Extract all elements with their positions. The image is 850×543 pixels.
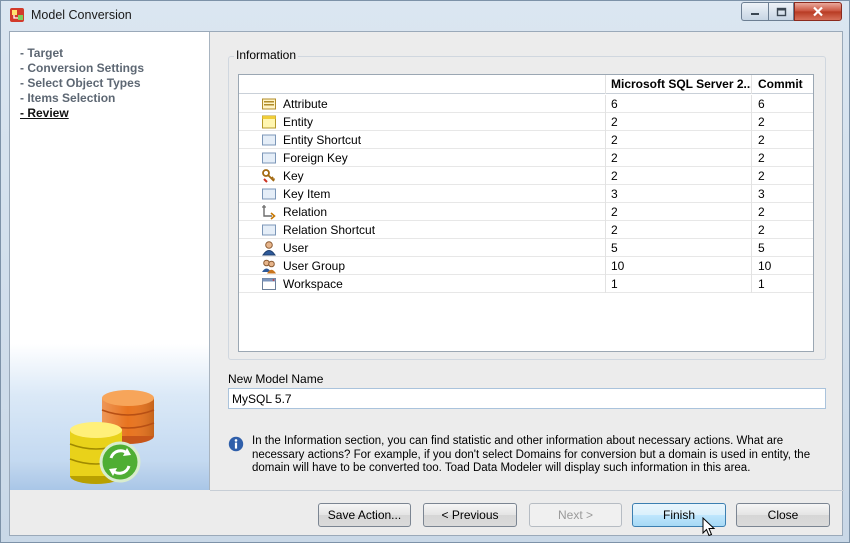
row-mssql-count: 3 <box>605 185 751 203</box>
information-note: In the Information section, you can find… <box>252 435 811 474</box>
grid-header: Microsoft SQL Server 2... Commit <box>239 75 813 94</box>
step-select-object-types[interactable]: - Select Object Types <box>20 76 144 91</box>
row-commit-count: 10 <box>751 257 813 275</box>
maximize-icon <box>776 7 786 16</box>
previous-button[interactable]: < Previous <box>423 503 517 527</box>
step-target[interactable]: - Target <box>20 46 144 61</box>
row-name: Key Item <box>283 187 331 201</box>
table-row[interactable]: Key 2 2 <box>239 167 813 185</box>
header-name[interactable] <box>283 75 603 94</box>
row-commit-count: 2 <box>751 131 813 149</box>
close-button[interactable]: Close <box>736 503 830 527</box>
minimize-button[interactable] <box>741 2 768 21</box>
row-commit-count: 2 <box>751 149 813 167</box>
table-row[interactable]: User 5 5 <box>239 239 813 257</box>
table-row[interactable]: Workspace 1 1 <box>239 275 813 293</box>
row-mssql-count: 2 <box>605 167 751 185</box>
row-commit-count: 5 <box>751 239 813 257</box>
step-review[interactable]: - Review <box>20 106 144 121</box>
database-conversion-icon <box>69 390 155 484</box>
row-name: Relation Shortcut <box>283 223 376 237</box>
row-mssql-count: 1 <box>605 275 751 293</box>
app-icon <box>10 8 24 22</box>
close-icon <box>813 6 823 17</box>
row-mssql-count: 6 <box>605 95 751 113</box>
table-row[interactable]: Key Item 3 3 <box>239 185 813 203</box>
user-group-icon <box>262 259 276 274</box>
row-commit-count: 2 <box>751 113 813 131</box>
table-row[interactable]: Entity Shortcut 2 2 <box>239 131 813 149</box>
entity-shortcut-icon <box>262 134 276 146</box>
info-icon <box>228 436 244 452</box>
minimize-icon <box>751 12 759 15</box>
table-row[interactable]: Attribute 6 6 <box>239 95 813 113</box>
model-conversion-window: Model Conversion - Target - Conversion S… <box>0 0 850 543</box>
row-name: Entity <box>283 115 314 129</box>
foreign-key-icon <box>262 152 276 164</box>
save-action-button[interactable]: Save Action... <box>318 503 411 527</box>
header-mssql[interactable]: Microsoft SQL Server 2... <box>605 75 751 94</box>
row-mssql-count: 10 <box>605 257 751 275</box>
row-mssql-count: 2 <box>605 221 751 239</box>
step-conversion-settings[interactable]: - Conversion Settings <box>20 61 144 76</box>
header-commit[interactable]: Commit <box>751 75 813 94</box>
step-items-selection[interactable]: - Items Selection <box>20 91 144 106</box>
row-name: Attribute <box>283 97 328 111</box>
attribute-icon <box>262 98 276 110</box>
dialog-body: - Target - Conversion Settings - Select … <box>9 31 844 537</box>
entity-icon <box>262 115 276 129</box>
wizard-steps-pane: - Target - Conversion Settings - Select … <box>10 32 210 490</box>
title-bar: Model Conversion <box>1 1 849 29</box>
information-legend: Information <box>234 48 299 62</box>
row-name: Entity Shortcut <box>283 133 362 147</box>
key-icon <box>262 169 276 183</box>
row-name: Relation <box>283 205 328 219</box>
wizard-steps: - Target - Conversion Settings - Select … <box>20 46 144 121</box>
table-row[interactable]: Relation 2 2 <box>239 203 813 221</box>
row-mssql-count: 5 <box>605 239 751 257</box>
next-button[interactable]: Next > <box>529 503 622 527</box>
row-commit-count: 6 <box>751 95 813 113</box>
row-mssql-count: 2 <box>605 131 751 149</box>
database-illustration <box>10 344 209 490</box>
user-icon <box>262 241 276 256</box>
close-window-button[interactable] <box>794 2 842 21</box>
table-row[interactable]: User Group 10 10 <box>239 257 813 275</box>
maximize-button[interactable] <box>768 2 794 21</box>
row-name: Key <box>283 169 304 183</box>
row-name: Workspace <box>283 277 343 291</box>
row-commit-count: 2 <box>751 221 813 239</box>
row-mssql-count: 2 <box>605 113 751 131</box>
table-row[interactable]: Relation Shortcut 2 2 <box>239 221 813 239</box>
information-group: Information Microsoft SQL Server 2... Co… <box>228 48 826 360</box>
row-mssql-count: 2 <box>605 203 751 221</box>
row-commit-count: 2 <box>751 203 813 221</box>
row-commit-count: 2 <box>751 167 813 185</box>
relation-shortcut-icon <box>262 224 276 236</box>
new-model-name-input[interactable] <box>228 388 826 409</box>
row-name: User Group <box>283 259 346 273</box>
information-grid[interactable]: Microsoft SQL Server 2... Commit Attribu… <box>238 74 814 352</box>
table-row[interactable]: Foreign Key 2 2 <box>239 149 813 167</box>
row-name: User <box>283 241 309 255</box>
row-commit-count: 1 <box>751 275 813 293</box>
row-commit-count: 3 <box>751 185 813 203</box>
workspace-icon <box>262 278 276 290</box>
row-name: Foreign Key <box>283 151 348 165</box>
relation-icon <box>262 205 276 220</box>
mouse-cursor-icon <box>702 517 716 537</box>
key-item-icon <box>262 188 276 200</box>
row-mssql-count: 2 <box>605 149 751 167</box>
window-title: Model Conversion <box>31 8 132 22</box>
table-row[interactable]: Entity 2 2 <box>239 113 813 131</box>
new-model-name-label: New Model Name <box>228 372 324 386</box>
